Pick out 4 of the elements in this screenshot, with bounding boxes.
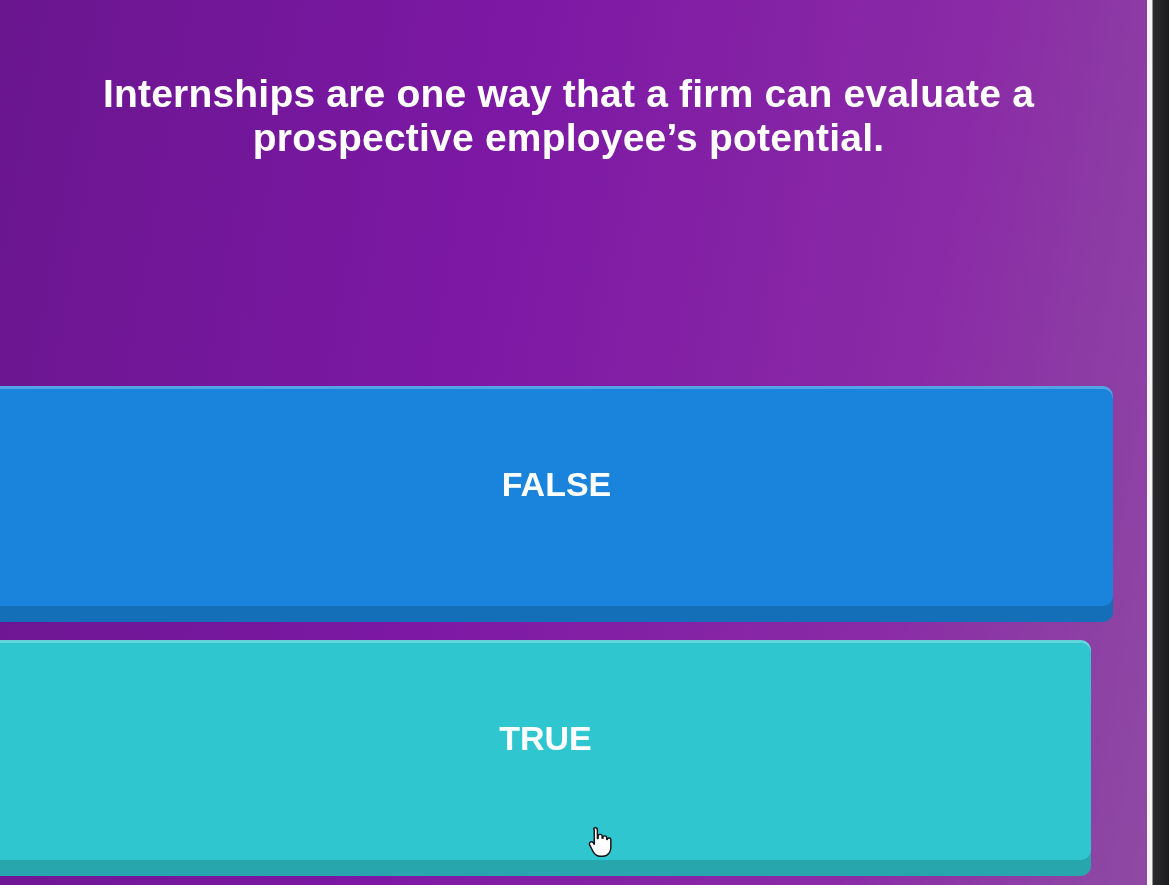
pointer-hand-icon (588, 826, 612, 857)
answer-button[interactable]: FALSE (0, 386, 1113, 622)
question-text: Internships are one way that a firm can evaluate a prospective employee’s potential. (101, 72, 1036, 160)
answer-button[interactable]: TRUE (0, 640, 1091, 876)
